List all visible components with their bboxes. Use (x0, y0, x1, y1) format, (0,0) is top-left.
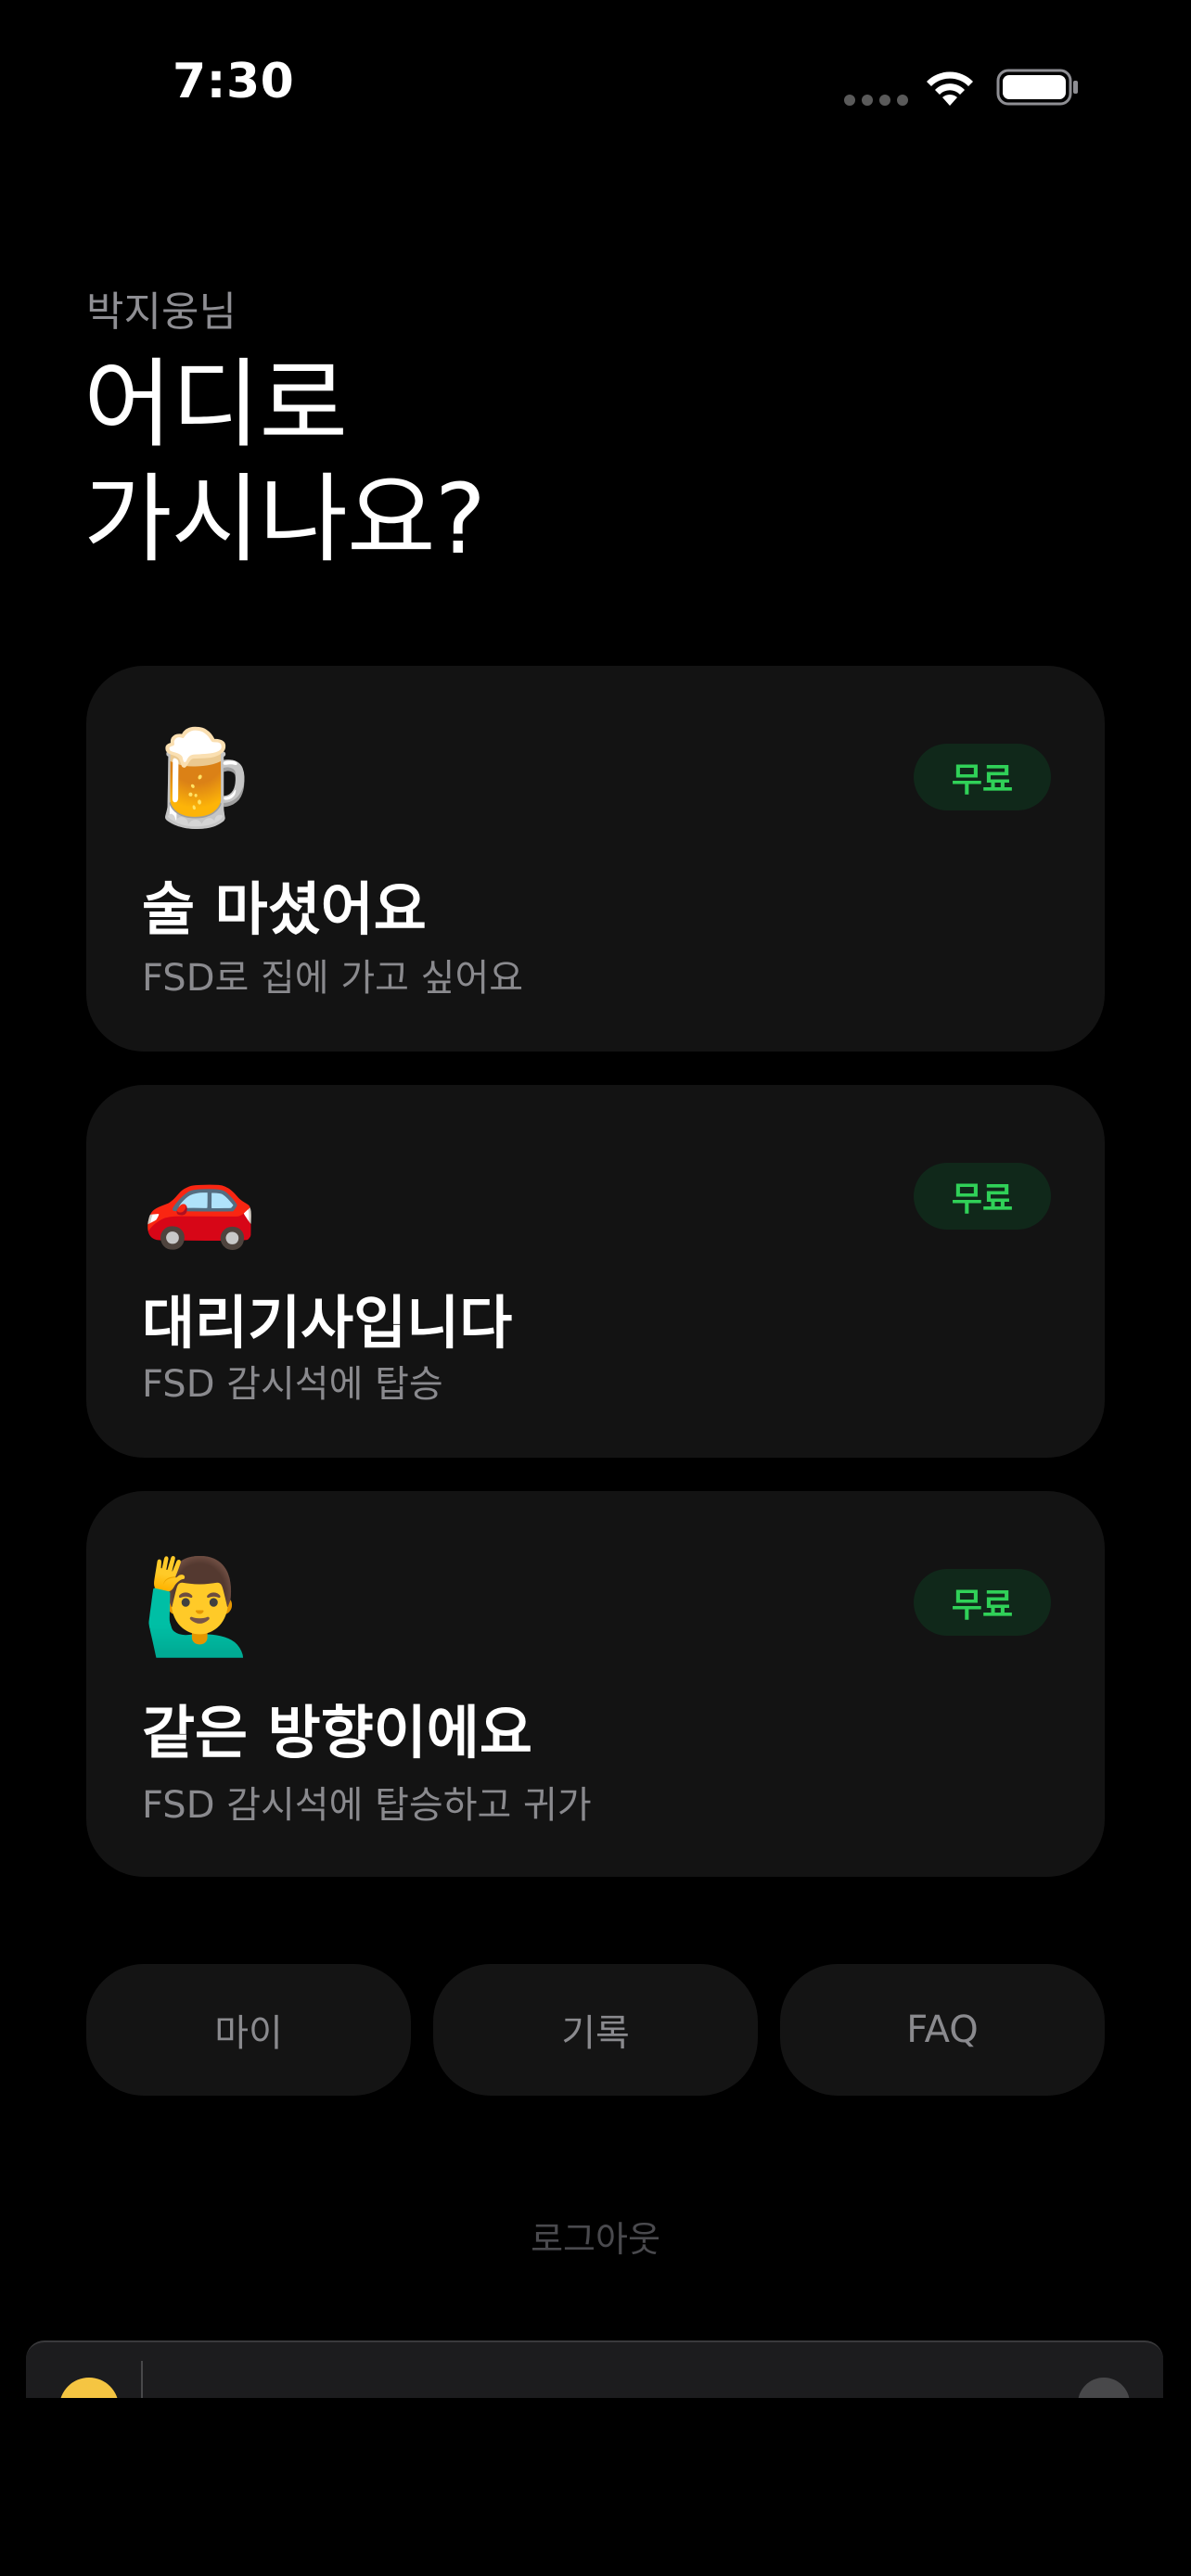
option-card-drunk[interactable]: 🍺 무료 술 마셨어요 FSD로 집에 가고 싶어요 (86, 666, 1105, 1052)
close-icon[interactable] (1078, 2378, 1130, 2398)
history-button[interactable]: 기록 (433, 1964, 758, 2096)
wifi-icon (927, 71, 973, 106)
divider (141, 2361, 143, 2398)
status-time: 7:30 (173, 54, 295, 109)
free-badge: 무료 (914, 1163, 1051, 1230)
option-card-same-direction[interactable]: 🙋‍♂️ 무료 같은 방향이에요 FSD 감시석에 탑승하고 귀가 (86, 1491, 1105, 1877)
avatar (59, 2378, 119, 2398)
card-title: 같은 방향이에요 (142, 1699, 532, 1766)
card-subtitle: FSD로 집에 가고 싶어요 (142, 957, 524, 1000)
cellular-signal-icon (844, 95, 908, 106)
card-subtitle: FSD 감시석에 탑승 (142, 1363, 443, 1406)
battery-icon (996, 69, 1078, 106)
page-title-line1: 어디로 (83, 348, 348, 461)
page-title-line2: 가시나요? (83, 463, 486, 576)
logout-link[interactable]: 로그아웃 (0, 2211, 1191, 2262)
car-icon: 🚗 (142, 1144, 258, 1253)
beer-mug-icon: 🍺 (142, 723, 258, 832)
bottom-overlay-bar[interactable] (26, 2340, 1163, 2398)
card-title: 대리기사입니다 (142, 1289, 513, 1357)
status-bar: 7:30 (0, 0, 1191, 139)
page-title: 어디로 가시나요? (83, 347, 486, 577)
card-subtitle: FSD 감시석에 탑승하고 귀가 (142, 1784, 592, 1827)
my-button[interactable]: 마이 (86, 1964, 411, 2096)
user-greeting: 박지웅님 (86, 288, 237, 336)
person-raising-hand-icon: 🙋‍♂️ (142, 1552, 258, 1661)
option-card-driver[interactable]: 🚗 무료 대리기사입니다 FSD 감시석에 탑승 (86, 1085, 1105, 1458)
faq-button[interactable]: FAQ (780, 1964, 1105, 2096)
free-badge: 무료 (914, 744, 1051, 810)
card-title: 술 마셨어요 (142, 875, 427, 943)
free-badge: 무료 (914, 1569, 1051, 1636)
